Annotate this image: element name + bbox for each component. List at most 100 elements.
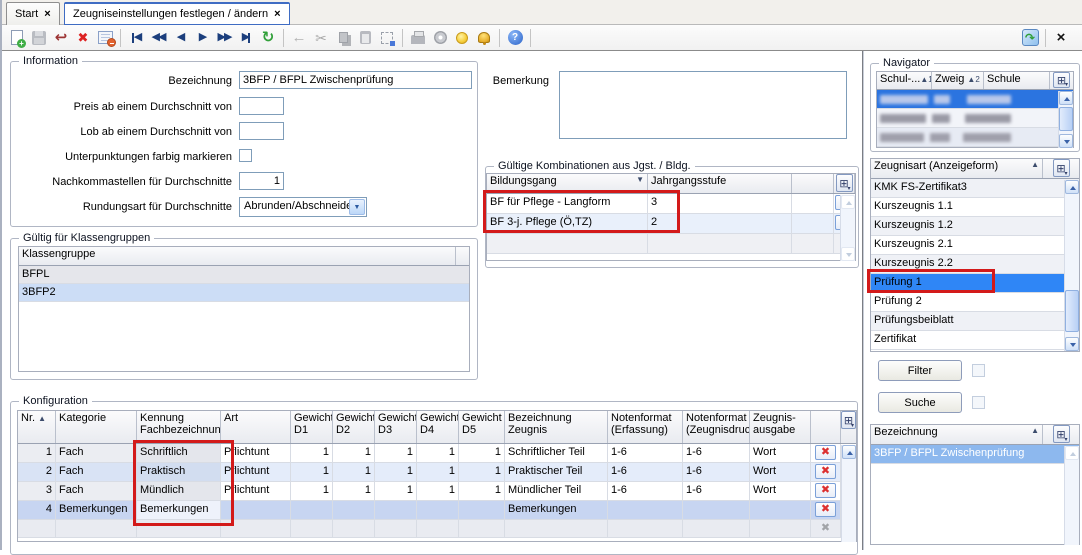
field-chooser-icon[interactable]: ⊞▾ — [841, 411, 856, 429]
col-gewicht-d2[interactable]: GewichtD2 — [333, 411, 375, 443]
column-header-klassengruppe[interactable]: Klassengruppe — [19, 247, 456, 265]
klassengruppe-cell[interactable]: BFPL — [19, 266, 469, 283]
scroll-up-icon[interactable] — [1065, 446, 1079, 460]
col-art[interactable]: Art — [221, 411, 291, 443]
tab-main-close-icon[interactable]: × — [274, 9, 280, 20]
col-schule[interactable]: Schule — [984, 72, 1050, 89]
field-chooser-icon[interactable]: ⊞▾ — [836, 174, 853, 192]
navigator-scrollbar[interactable] — [1058, 91, 1073, 148]
table-row[interactable]: BF 3-j. Pflege (Ö,TZ) 2 ✖ — [487, 214, 855, 234]
suche-button[interactable]: Suche — [878, 392, 962, 413]
navigator-row[interactable] — [877, 109, 1073, 128]
list-item[interactable]: BFPL — [19, 266, 469, 284]
col-zeugnisausgabe[interactable]: Zeugnis-ausgabe — [750, 411, 811, 443]
refresh-icon[interactable]: ↻ — [257, 28, 279, 48]
col-bezeichnung[interactable]: Bezeichnung ▲ — [871, 425, 1043, 444]
col-gewicht-d3[interactable]: GewichtD3 — [375, 411, 417, 443]
scroll-up-icon[interactable] — [842, 445, 856, 459]
col-gewicht-d4[interactable]: GewichtD4 — [417, 411, 459, 443]
list-item[interactable]: 3BFP2 — [19, 284, 469, 302]
delete-row-icon[interactable]: ✖ — [815, 464, 836, 479]
nachkomma-input[interactable] — [239, 172, 284, 190]
unterpunktungen-checkbox[interactable] — [239, 149, 252, 162]
list-item[interactable]: Kurszeugnis 2.2 — [871, 255, 1079, 274]
scroll-thumb[interactable] — [1059, 107, 1073, 131]
new-record-icon[interactable]: + — [6, 28, 28, 48]
col-kennung[interactable]: KennungFachbezeichnung — [137, 411, 221, 443]
list-item[interactable]: KMK FS-Zertifikat3 — [871, 179, 1079, 198]
table-row[interactable]: 2 Fach Praktisch Pflichtunt 1 1 1 1 1 Pr… — [18, 463, 856, 482]
tab-start[interactable]: Start × — [6, 2, 60, 25]
close-panel-icon[interactable]: × — [1050, 28, 1072, 48]
edit-form-icon[interactable] — [94, 28, 116, 48]
next-record-icon[interactable]: ▶ — [191, 28, 213, 48]
col-notenformat-zeugnisdruck[interactable]: Notenformat(Zeugnisdruck) — [683, 411, 750, 443]
filter-button[interactable]: Filter — [878, 360, 962, 381]
scroll-down-icon[interactable] — [841, 247, 855, 261]
bildungsgang-cell[interactable]: BF 3-j. Pflege (Ö,TZ) — [487, 214, 648, 233]
select-region-icon[interactable] — [376, 28, 398, 48]
bildungsgang-cell[interactable]: BF für Pflege - Langform — [487, 194, 648, 213]
delete-row-icon[interactable]: ✖ — [815, 502, 836, 517]
list-item-selected[interactable]: Prüfung 1 — [871, 274, 1079, 293]
list-item[interactable]: Prüfung 2 — [871, 293, 1079, 312]
bemerkung-textarea[interactable] — [559, 71, 847, 139]
column-header-jahrgangsstufe[interactable]: Jahrgangsstufe — [648, 174, 792, 193]
scroll-thumb[interactable] — [1065, 290, 1079, 332]
col-kategorie[interactable]: Kategorie — [56, 411, 137, 443]
list-item[interactable]: Prüfungsbeiblatt — [871, 312, 1079, 331]
table-row[interactable]: 3 Fach Mündlich Pflichtunt 1 1 1 1 1 Mün… — [18, 482, 856, 501]
lob-input[interactable] — [239, 122, 284, 140]
bezeichnung-scrollbar[interactable] — [1064, 446, 1079, 545]
fast-forward-icon[interactable]: ▶▶ — [213, 28, 235, 48]
col-schulnr[interactable]: Schul-...▲1 — [877, 72, 932, 89]
col-zeugnisart[interactable]: Zeugnisart (Anzeigeform) ▲ — [871, 159, 1043, 178]
preis-input[interactable] — [239, 97, 284, 115]
list-item[interactable]: Kurszeugnis 1.1 — [871, 198, 1079, 217]
table-row[interactable]: BF für Pflege - Langform 3 ✖ — [487, 194, 855, 214]
col-zweig[interactable]: Zweig ▲2 — [932, 72, 984, 89]
col-gewicht-d1[interactable]: GewichtD1 — [291, 411, 333, 443]
jahrgangsstufe-cell[interactable]: 3 — [648, 194, 792, 213]
fast-backward-icon[interactable]: ◀◀ — [147, 28, 169, 48]
list-item-selected[interactable]: 3BFP / BFPL Zwischenprüfung — [871, 445, 1079, 464]
navigator-row[interactable] — [877, 128, 1073, 147]
konfiguration-scrollbar[interactable] — [841, 445, 856, 542]
chevron-down-icon[interactable]: ▼ — [349, 199, 365, 215]
col-nr[interactable]: Nr. ▲ — [18, 411, 56, 443]
first-record-icon[interactable]: ◀ — [125, 28, 147, 48]
column-header-bildungsgang[interactable]: Bildungsgang ▼ — [487, 174, 648, 193]
field-chooser-icon[interactable]: ⊞▾ — [1053, 159, 1070, 177]
jahrgangsstufe-cell[interactable]: 2 — [648, 214, 792, 233]
last-record-icon[interactable]: ▶ — [235, 28, 257, 48]
filter-checkbox[interactable] — [972, 364, 985, 377]
table-row-selected[interactable]: 4 Bemerkungen Bemerkungen Bemerkungen ✖ — [18, 501, 856, 520]
delete-row-icon[interactable]: ✖ — [815, 483, 836, 498]
list-item[interactable]: Zertifikat — [871, 331, 1079, 350]
field-chooser-icon[interactable]: ⊞▾ — [1053, 72, 1070, 88]
sync-panel-icon[interactable]: ↷ — [1019, 28, 1041, 48]
tab-zeugniseinstellungen[interactable]: Zeugniseinstellungen festlegen / ändern … — [64, 2, 290, 25]
scroll-down-icon[interactable] — [1065, 337, 1079, 351]
field-chooser-icon[interactable]: ⊞▾ — [1053, 425, 1070, 443]
tab-start-close-icon[interactable]: × — [44, 9, 50, 20]
list-item[interactable]: Kurszeugnis 2.1 — [871, 236, 1079, 255]
table-row[interactable]: 1 Fach Schriftlich Pflichtunt 1 1 1 1 1 … — [18, 444, 856, 463]
col-bezeichnung-zeugnis[interactable]: BezeichnungZeugnis — [505, 411, 608, 443]
notification-bell-icon[interactable] — [473, 28, 495, 48]
undo-icon[interactable]: ↩ — [50, 28, 72, 48]
zeugnisart-scrollbar[interactable] — [1064, 180, 1079, 351]
previous-record-icon[interactable]: ◀ — [169, 28, 191, 48]
table-row-empty[interactable]: ✖ — [18, 520, 856, 538]
suche-checkbox[interactable] — [972, 396, 985, 409]
list-item[interactable]: Kurszeugnis 1.2 — [871, 217, 1079, 236]
bezeichnung-input[interactable] — [239, 71, 472, 89]
col-notenformat-erfassung[interactable]: Notenformat(Erfassung) — [608, 411, 683, 443]
delete-row-icon[interactable]: ✖ — [815, 445, 836, 460]
klassengruppe-cell[interactable]: 3BFP2 — [19, 284, 469, 301]
save-icon[interactable] — [28, 28, 50, 48]
scroll-up-icon[interactable] — [841, 195, 855, 209]
help-icon[interactable]: ? — [504, 28, 526, 48]
delete-record-icon[interactable]: ✖ — [72, 28, 94, 48]
col-gewicht-d5[interactable]: GewichtD5 — [459, 411, 505, 443]
